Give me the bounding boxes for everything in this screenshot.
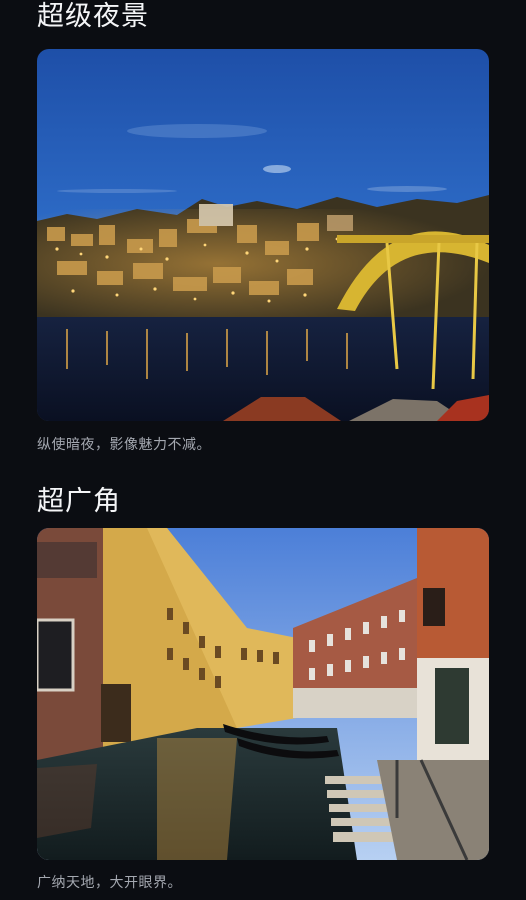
ultrawide-photo	[37, 528, 489, 860]
night-scene-photo	[37, 49, 489, 421]
section-caption-night: 纵使暗夜，影像魅力不减。	[37, 437, 211, 453]
section-title-ultrawide: 超广角	[37, 486, 121, 517]
night-scene-illustration	[37, 49, 489, 421]
section-title-night: 超级夜景	[37, 1, 149, 32]
section-caption-ultrawide: 广纳天地，大开眼界。	[37, 875, 182, 891]
venice-canal-illustration	[37, 528, 489, 860]
